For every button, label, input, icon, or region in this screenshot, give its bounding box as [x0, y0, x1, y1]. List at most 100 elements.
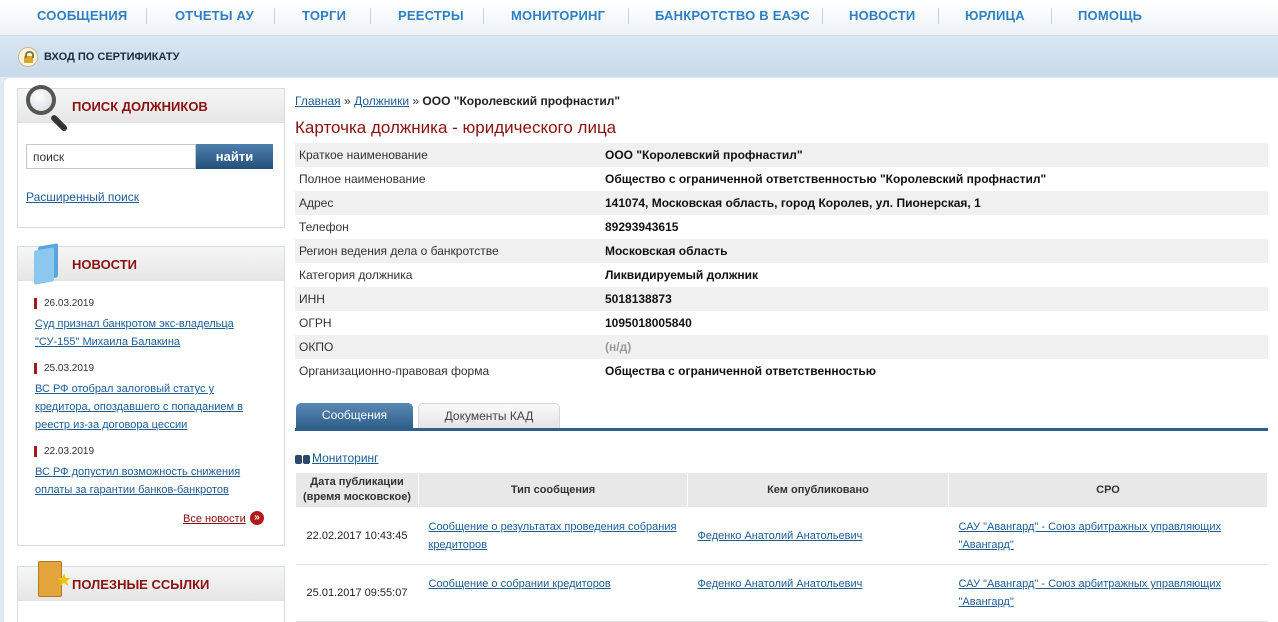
nav-eaeu-bankruptcy[interactable]: БАНКРОТСТВО В ЕАЭС [655, 8, 810, 23]
message-author-link[interactable]: Феденко Анатолий Анатольевич [698, 530, 863, 542]
breadcrumb-separator: » [412, 94, 420, 108]
nav-news[interactable]: НОВОСТИ [849, 8, 915, 23]
column-header-sro[interactable]: СРО [948, 472, 1268, 508]
nav-monitoring[interactable]: МОНИТОРИНГ [511, 8, 605, 23]
column-header-date[interactable]: Дата публикации (время московское) [295, 472, 419, 508]
info-row: Телефон 89293943615 [295, 215, 1268, 239]
info-row: Полное наименование Общество с ограниченн… [295, 167, 1268, 191]
message-sro-link[interactable]: САУ "Авангард" - Союз арбитражных управл… [959, 521, 1221, 551]
messages-table: Дата публикации (время московское) Тип с… [295, 472, 1268, 622]
message-type-link[interactable]: Сообщение о собрании кредиторов [429, 578, 611, 590]
message-sro-line: "Авангард" [958, 596, 1014, 608]
news-link-line: Суд признал банкротом экс-владельца [35, 318, 234, 330]
nav-messages[interactable]: СООБЩЕНИЯ [37, 8, 127, 23]
message-type-cell: Сообщение о собрании кредиторов [418, 564, 688, 622]
info-value: Общество с ограниченной ответственностью… [605, 172, 1047, 186]
nav-divider [146, 8, 147, 24]
breadcrumb-home[interactable]: Главная [295, 94, 341, 108]
news-link-line: ВС РФ допустил возможность снижения [35, 466, 241, 478]
breadcrumb-debtors[interactable]: Должники [354, 94, 409, 108]
news-link-line: ВС РФ отобрал залоговый статус у [35, 383, 215, 395]
info-row: Категория должника Ликвидируемый должник [295, 263, 1268, 287]
certificate-login-link[interactable]: ВХОД ПО СЕРТИФИКАТУ [44, 51, 179, 63]
message-sro-cell: САУ "Авангард" - Союз арбитражных управл… [948, 507, 1268, 565]
message-type-line: Сообщение о результатах проведения собра… [428, 521, 677, 533]
info-key: Регион ведения дела о банкротстве [295, 239, 601, 263]
column-header-type[interactable]: Тип сообщения [418, 472, 688, 508]
news-link-line: "СУ-155" Михаила Балакина [35, 336, 181, 348]
news-date: 22.03.2019 [34, 446, 94, 457]
message-date: 25.01.2017 09:55:07 [295, 564, 419, 622]
nav-help[interactable]: ПОМОЩЬ [1078, 8, 1142, 23]
page-title: Карточка должника - юридического лица [295, 118, 617, 137]
nav-divider [822, 8, 823, 24]
info-key: ОГРН [299, 316, 332, 330]
debtor-info-table: Краткое наименование ООО "Королевский про… [295, 143, 1268, 383]
nav-divider [274, 8, 275, 24]
info-row: ОКПО (н/д) [295, 335, 1268, 359]
book-icon [34, 243, 62, 285]
message-type-line: Сообщение о собрании кредиторов [428, 578, 611, 590]
info-key: Адрес [295, 191, 601, 215]
message-sro-line: САУ "Авангард" - Союз арбитражных управл… [958, 521, 1221, 533]
useful-links-panel: ★ ПОЛЕЗНЫЕ ССЫЛКИ [17, 561, 285, 622]
news-date: 25.03.2019 [34, 363, 94, 374]
info-key: Организационно-правовая форма [299, 364, 490, 378]
breadcrumb-separator: » [344, 94, 351, 108]
table-row: 25.01.2017 09:55:07 Сообщение о собрании… [295, 564, 1268, 622]
nav-divider [370, 8, 371, 24]
message-author-link[interactable]: Феденко Анатолий Анатольевич [698, 578, 863, 590]
nav-auctions[interactable]: ТОРГИ [302, 8, 346, 23]
message-type-link[interactable]: Сообщение о результатах проведения собра… [429, 521, 677, 551]
notebook-star-icon: ★ [38, 561, 72, 601]
nav-legal-entities[interactable]: ЮРЛИЦА [965, 8, 1025, 23]
nav-divider [1051, 8, 1052, 24]
message-sro-link[interactable]: САУ "Авангард" - Союз арбитражных управл… [959, 578, 1221, 608]
info-key: Категория должника [299, 268, 413, 282]
search-button[interactable]: найти [196, 144, 273, 169]
info-key: ОКПО [295, 335, 601, 359]
info-key: Краткое наименование [295, 143, 601, 167]
news-date: 26.03.2019 [34, 298, 94, 309]
info-value: (н/д) [601, 335, 1268, 359]
certificate-bar: ВХОД ПО СЕРТИФИКАТУ [0, 37, 1278, 77]
news-link[interactable]: Суд признал банкротом экс-владельца "СУ-… [35, 315, 265, 351]
info-value: ООО "Королевский профнастил" [601, 143, 1268, 167]
useful-links-title: ПОЛЕЗНЫЕ ССЫЛКИ [72, 577, 210, 592]
column-header-author[interactable]: Кем опубликовано [687, 472, 949, 508]
info-value: Ликвидируемый должник [605, 268, 758, 282]
debtor-search-input[interactable] [26, 144, 196, 169]
nav-divider [483, 8, 484, 24]
breadcrumb-current: ООО "Королевский профнастил" [422, 94, 621, 108]
arrow-right-icon[interactable]: » [250, 511, 264, 525]
table-row: 22.02.2017 10:43:45 Сообщение о результа… [295, 507, 1268, 565]
info-value: Московская область [601, 239, 1268, 263]
info-row: Адрес 141074, Московская область, город К… [295, 191, 1268, 215]
message-sro-line: САУ "Авангард" - Союз арбитражных управл… [958, 578, 1221, 590]
info-value: 89293943615 [605, 220, 679, 234]
news-header: НОВОСТИ [18, 243, 284, 285]
news-link-line: реестр из-за договора цессии [35, 419, 188, 431]
magnifier-icon [24, 83, 72, 133]
message-type-cell: Сообщение о результатах проведения собра… [418, 507, 688, 565]
nav-au-reports[interactable]: ОТЧЕТЫ АУ [175, 8, 254, 23]
info-row: ИНН 5018138873 [295, 287, 1268, 311]
info-row: ОГРН 1095018005840 [295, 311, 1268, 335]
news-link[interactable]: ВС РФ отобрал залоговый статус у кредито… [35, 380, 265, 434]
message-date: 22.02.2017 10:43:45 [295, 507, 419, 565]
tab-messages[interactable]: Сообщения [296, 403, 413, 428]
news-link-line: оплаты за гарантии банков-банкротов [35, 484, 229, 496]
advanced-search-link[interactable]: Расширенный поиск [26, 190, 139, 204]
tab-kad-documents[interactable]: Документы КАД [418, 403, 560, 428]
message-sro-cell: САУ "Авангард" - Союз арбитражных управл… [948, 564, 1268, 622]
monitoring-link[interactable]: Мониторинг [312, 451, 379, 465]
info-value: Общества с ограниченной ответственностью [605, 364, 876, 378]
message-type-line: кредиторов [428, 539, 487, 551]
all-news-link[interactable]: Все новости [183, 513, 246, 525]
nav-registries[interactable]: РЕЕСТРЫ [398, 8, 464, 23]
nav-divider [628, 8, 629, 24]
info-value: 5018138873 [601, 287, 1268, 311]
info-row: Организационно-правовая форма Общества с … [295, 359, 1268, 383]
news-link[interactable]: ВС РФ допустил возможность снижения опла… [35, 463, 265, 499]
message-sro-line: "Авангард" [958, 539, 1014, 551]
